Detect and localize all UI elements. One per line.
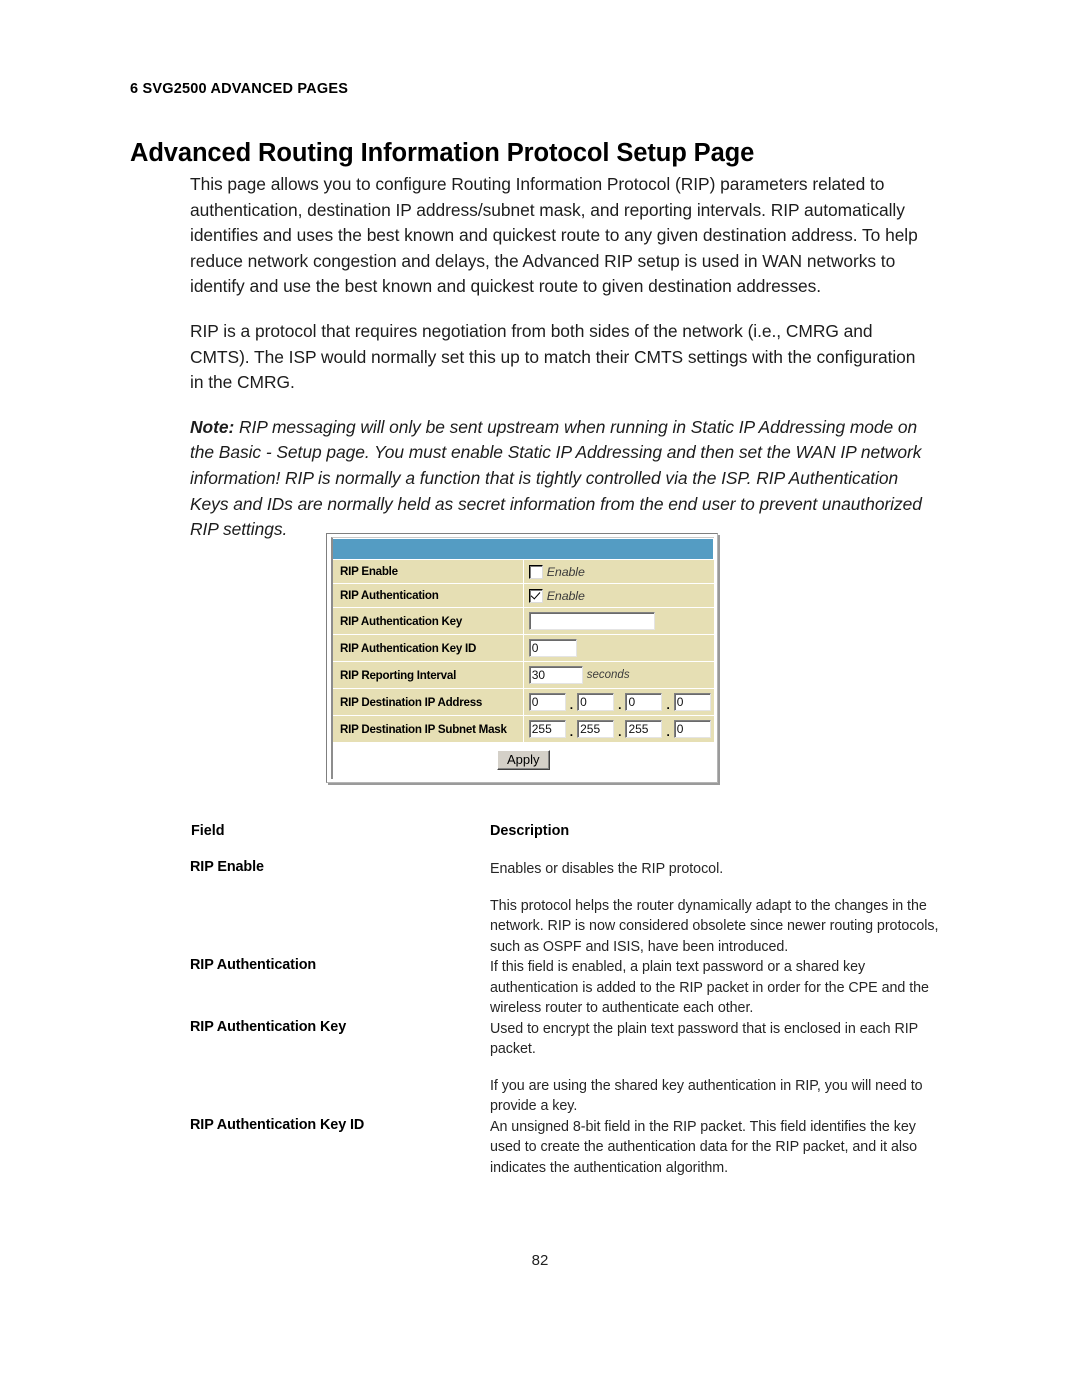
dest-ip-octet-3-input[interactable]: 0 <box>625 693 663 711</box>
description-paragraph: Enables or disables the RIP protocol. <box>490 861 724 877</box>
rip-reporting-interval-input[interactable]: 30 <box>528 666 583 684</box>
row-rip-destination-ip-subnet-mask: RIP Destination IP Subnet Mask 255 . 255… <box>333 715 714 743</box>
row-rip-authentication: RIP Authentication Enable <box>333 583 714 608</box>
rip-enable-checkbox-label: Enable <box>546 564 585 579</box>
body-text-column: This page allows you to configure Routin… <box>190 172 930 543</box>
dot-separator: . <box>618 698 622 712</box>
dot-separator: . <box>569 698 574 712</box>
subnet-octet-3-input[interactable]: 255 <box>625 720 663 738</box>
table-row: RIP Enable Enables or disables the RIP p… <box>190 859 940 957</box>
rip-authentication-key-input[interactable] <box>528 612 655 630</box>
running-header: 6 SVG2500 ADVANCED PAGES <box>130 81 349 97</box>
description-paragraph: This protocol helps the router dynamical… <box>490 897 939 955</box>
label-rip-reporting-interval: RIP Reporting Interval <box>333 661 524 689</box>
value-rip-authentication-key <box>522 607 714 635</box>
rip-authentication-checkbox-label: Enable <box>546 588 585 603</box>
field-name: RIP Authentication <box>190 957 317 973</box>
value-rip-reporting-interval: 30 seconds <box>522 661 714 689</box>
label-rip-authentication-key: RIP Authentication Key <box>333 607 524 635</box>
description-paragraph: An unsigned 8-bit field in the RIP packe… <box>490 1118 918 1176</box>
intro-paragraph-1: This page allows you to configure Routin… <box>190 174 918 297</box>
rip-authentication-checkbox[interactable] <box>528 588 543 603</box>
field-description: An unsigned 8-bit field in the RIP packe… <box>490 1117 940 1179</box>
row-rip-reporting-interval: RIP Reporting Interval 30 seconds <box>333 661 714 689</box>
dest-ip-octet-1-input[interactable]: 0 <box>528 693 566 711</box>
table-row: RIP Authentication If this field is enab… <box>190 957 940 1019</box>
description-paragraph: If this field is enabled, a plain text p… <box>490 959 929 1016</box>
description-paragraph: Used to encrypt the plain text password … <box>490 1020 918 1058</box>
document-page: 6 SVG2500 ADVANCED PAGES Advanced Routin… <box>0 0 1080 1397</box>
note-label: Note: <box>190 416 235 437</box>
title-bar-cell <box>333 538 714 560</box>
definitions: Field Description RIP Enable Enables or … <box>190 822 940 1178</box>
label-rip-enable: RIP Enable <box>333 559 524 584</box>
subnet-octet-4-input[interactable]: 0 <box>673 720 711 738</box>
window-content: RIP Enable Enable RIP Authentication Ena… <box>331 537 714 779</box>
browser-window-frame: RIP Enable Enable RIP Authentication Ena… <box>326 533 718 783</box>
label-rip-authentication: RIP Authentication <box>333 583 524 608</box>
value-rip-destination-ip-address: 0 . 0 . 0 . 0 <box>522 688 714 716</box>
rip-reporting-interval-units: seconds <box>586 669 630 681</box>
note-paragraph: Note: RIP messaging will only be sent up… <box>190 415 930 543</box>
dot-separator: . <box>569 725 574 739</box>
subnet-octet-2-input[interactable]: 255 <box>577 720 615 738</box>
note-body: RIP messaging will only be sent upstream… <box>190 416 922 540</box>
row-apply: Apply <box>333 742 714 779</box>
field-description: If this field is enabled, a plain text p… <box>490 957 940 1019</box>
field-description: Used to encrypt the plain text password … <box>490 1019 940 1117</box>
field-description: Enables or disables the RIP protocol. Th… <box>490 859 940 957</box>
row-rip-authentication-key: RIP Authentication Key <box>333 607 714 635</box>
dot-separator: . <box>666 698 670 712</box>
value-rip-authentication: Enable <box>522 583 714 608</box>
dot-separator: . <box>618 725 622 739</box>
field-description-table: Field Description RIP Enable Enables or … <box>190 822 940 1178</box>
apply-cell: Apply <box>333 742 714 779</box>
dot-separator: . <box>666 725 670 739</box>
value-rip-enable: Enable <box>522 559 714 584</box>
table-title-bar <box>333 538 714 560</box>
field-name: RIP Enable <box>190 859 264 875</box>
row-rip-enable: RIP Enable Enable <box>333 559 714 584</box>
field-name: RIP Authentication Key ID <box>190 1116 365 1133</box>
value-rip-destination-ip-subnet-mask: 255 . 255 . 255 . 0 <box>522 715 714 743</box>
rip-settings-table: RIP Enable Enable RIP Authentication Ena… <box>333 538 714 779</box>
table-row: RIP Authentication Key Used to encrypt t… <box>190 1019 940 1117</box>
page-title: Advanced Routing Information Protocol Se… <box>130 139 755 168</box>
row-rip-authentication-key-id: RIP Authentication Key ID 0 <box>333 634 714 662</box>
rip-setup-screenshot: RIP Enable Enable RIP Authentication Ena… <box>326 533 718 783</box>
intro-paragraph-2: RIP is a protocol that requires negotiat… <box>190 320 916 393</box>
label-rip-authentication-key-id: RIP Authentication Key ID <box>333 634 524 662</box>
page-number: 82 <box>531 1252 549 1269</box>
label-rip-destination-ip-address: RIP Destination IP Address <box>333 688 524 716</box>
subnet-octet-1-input[interactable]: 255 <box>528 720 566 738</box>
column-header-description: Description <box>490 823 570 839</box>
field-name: RIP Authentication Key <box>190 1018 347 1035</box>
column-header-field: Field <box>191 823 225 839</box>
row-rip-destination-ip-address: RIP Destination IP Address 0 . 0 . 0 . 0 <box>333 688 714 716</box>
apply-button[interactable]: Apply <box>496 750 550 770</box>
dest-ip-octet-4-input[interactable]: 0 <box>673 693 711 711</box>
table-header-row: Field Description <box>190 822 940 859</box>
value-rip-authentication-key-id: 0 <box>522 634 714 662</box>
dest-ip-octet-2-input[interactable]: 0 <box>577 693 615 711</box>
rip-enable-checkbox[interactable] <box>528 564 543 579</box>
description-paragraph: If you are using the shared key authenti… <box>490 1077 923 1115</box>
table-row: RIP Authentication Key ID An unsigned 8-… <box>190 1117 940 1179</box>
label-rip-destination-ip-subnet-mask: RIP Destination IP Subnet Mask <box>333 715 524 743</box>
rip-authentication-key-id-input[interactable]: 0 <box>528 639 577 657</box>
